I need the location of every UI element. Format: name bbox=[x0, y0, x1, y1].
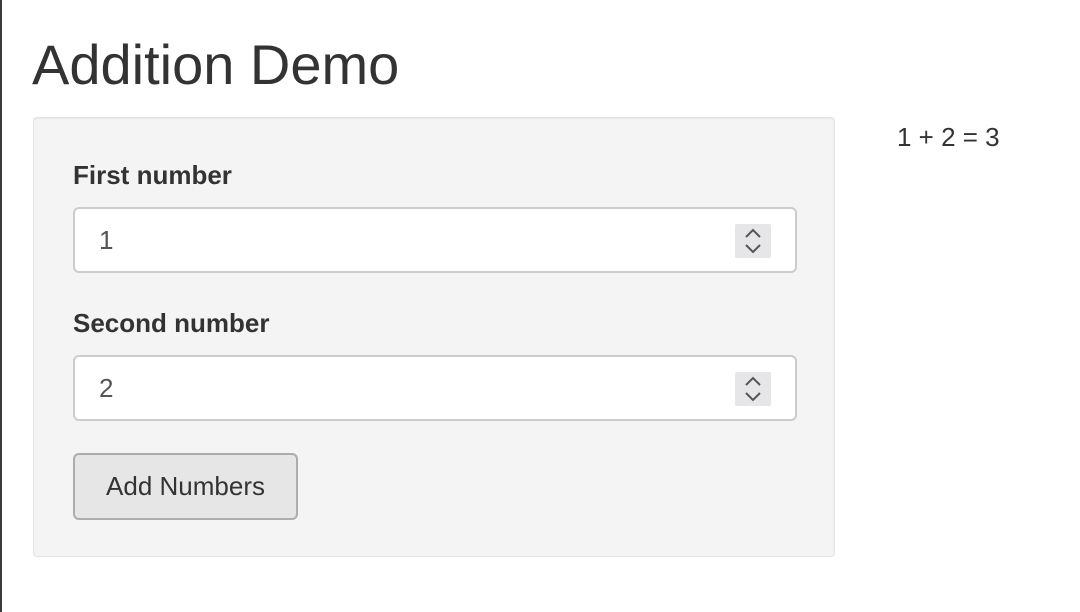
chevron-up-down-icon bbox=[745, 228, 761, 254]
page-title: Addition Demo bbox=[32, 33, 400, 96]
chevron-up-down-icon bbox=[745, 376, 761, 402]
first-number-input[interactable]: 1 bbox=[73, 207, 797, 273]
page: Addition Demo First number 1 Second numb… bbox=[0, 0, 1080, 612]
input-panel: First number 1 Second number 2 Add Numbe… bbox=[33, 117, 835, 557]
result-output: 1 + 2 = 3 bbox=[897, 122, 1000, 152]
second-number-input[interactable]: 2 bbox=[73, 355, 797, 421]
second-number-spinner[interactable] bbox=[735, 372, 771, 406]
first-number-value: 1 bbox=[99, 224, 114, 255]
second-number-label: Second number bbox=[73, 308, 270, 338]
second-number-value: 2 bbox=[99, 372, 114, 403]
first-number-spinner[interactable] bbox=[735, 224, 771, 258]
add-numbers-button[interactable]: Add Numbers bbox=[73, 453, 298, 520]
first-number-label: First number bbox=[73, 160, 232, 190]
